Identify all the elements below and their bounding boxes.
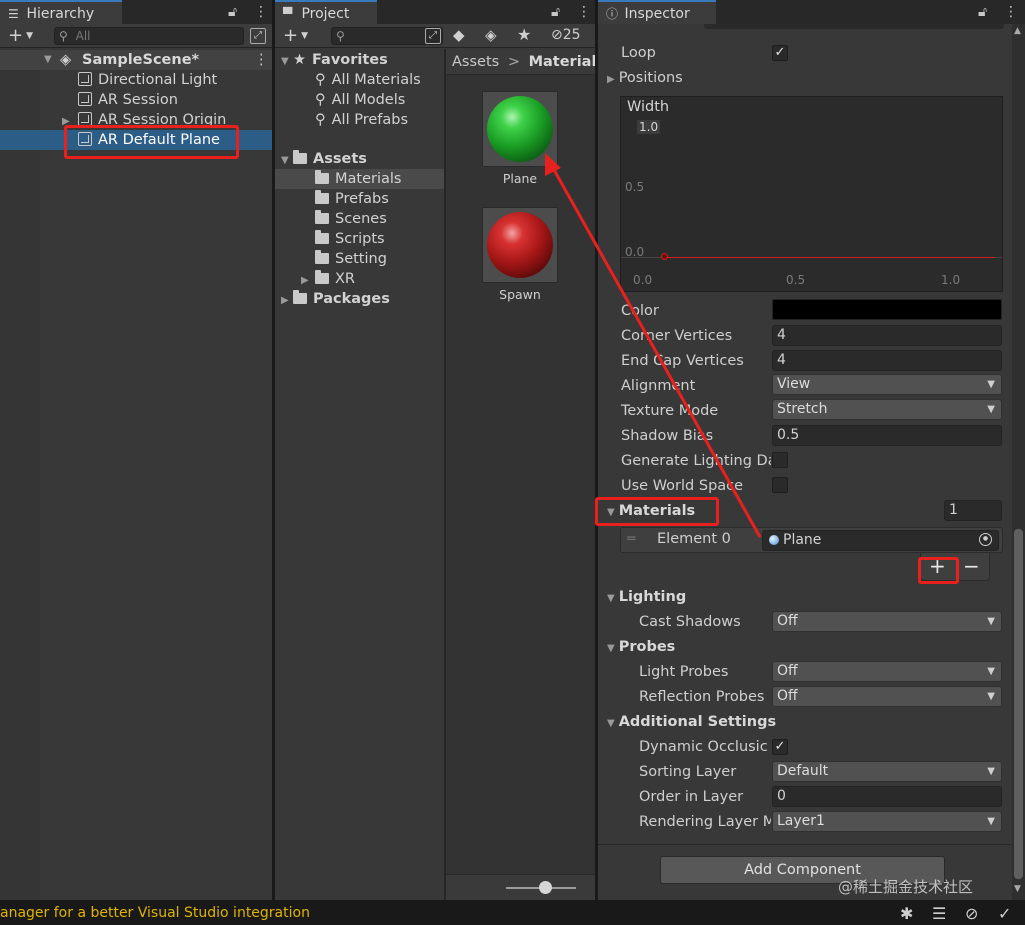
annotation-arrow bbox=[545, 153, 762, 538]
watermark-text: @稀土掘金技术社区 bbox=[838, 878, 974, 896]
network-off-icon[interactable]: ⊘ bbox=[965, 904, 978, 923]
bug-icon[interactable]: ✱ bbox=[900, 904, 913, 923]
checkmark-circle-icon[interactable]: ✓ bbox=[998, 904, 1011, 923]
cache-server-icon[interactable]: ☰ bbox=[932, 904, 946, 923]
status-bar: anager for a better Visual Studio integr… bbox=[0, 903, 1025, 925]
status-message[interactable]: anager for a better Visual Studio integr… bbox=[0, 905, 310, 921]
